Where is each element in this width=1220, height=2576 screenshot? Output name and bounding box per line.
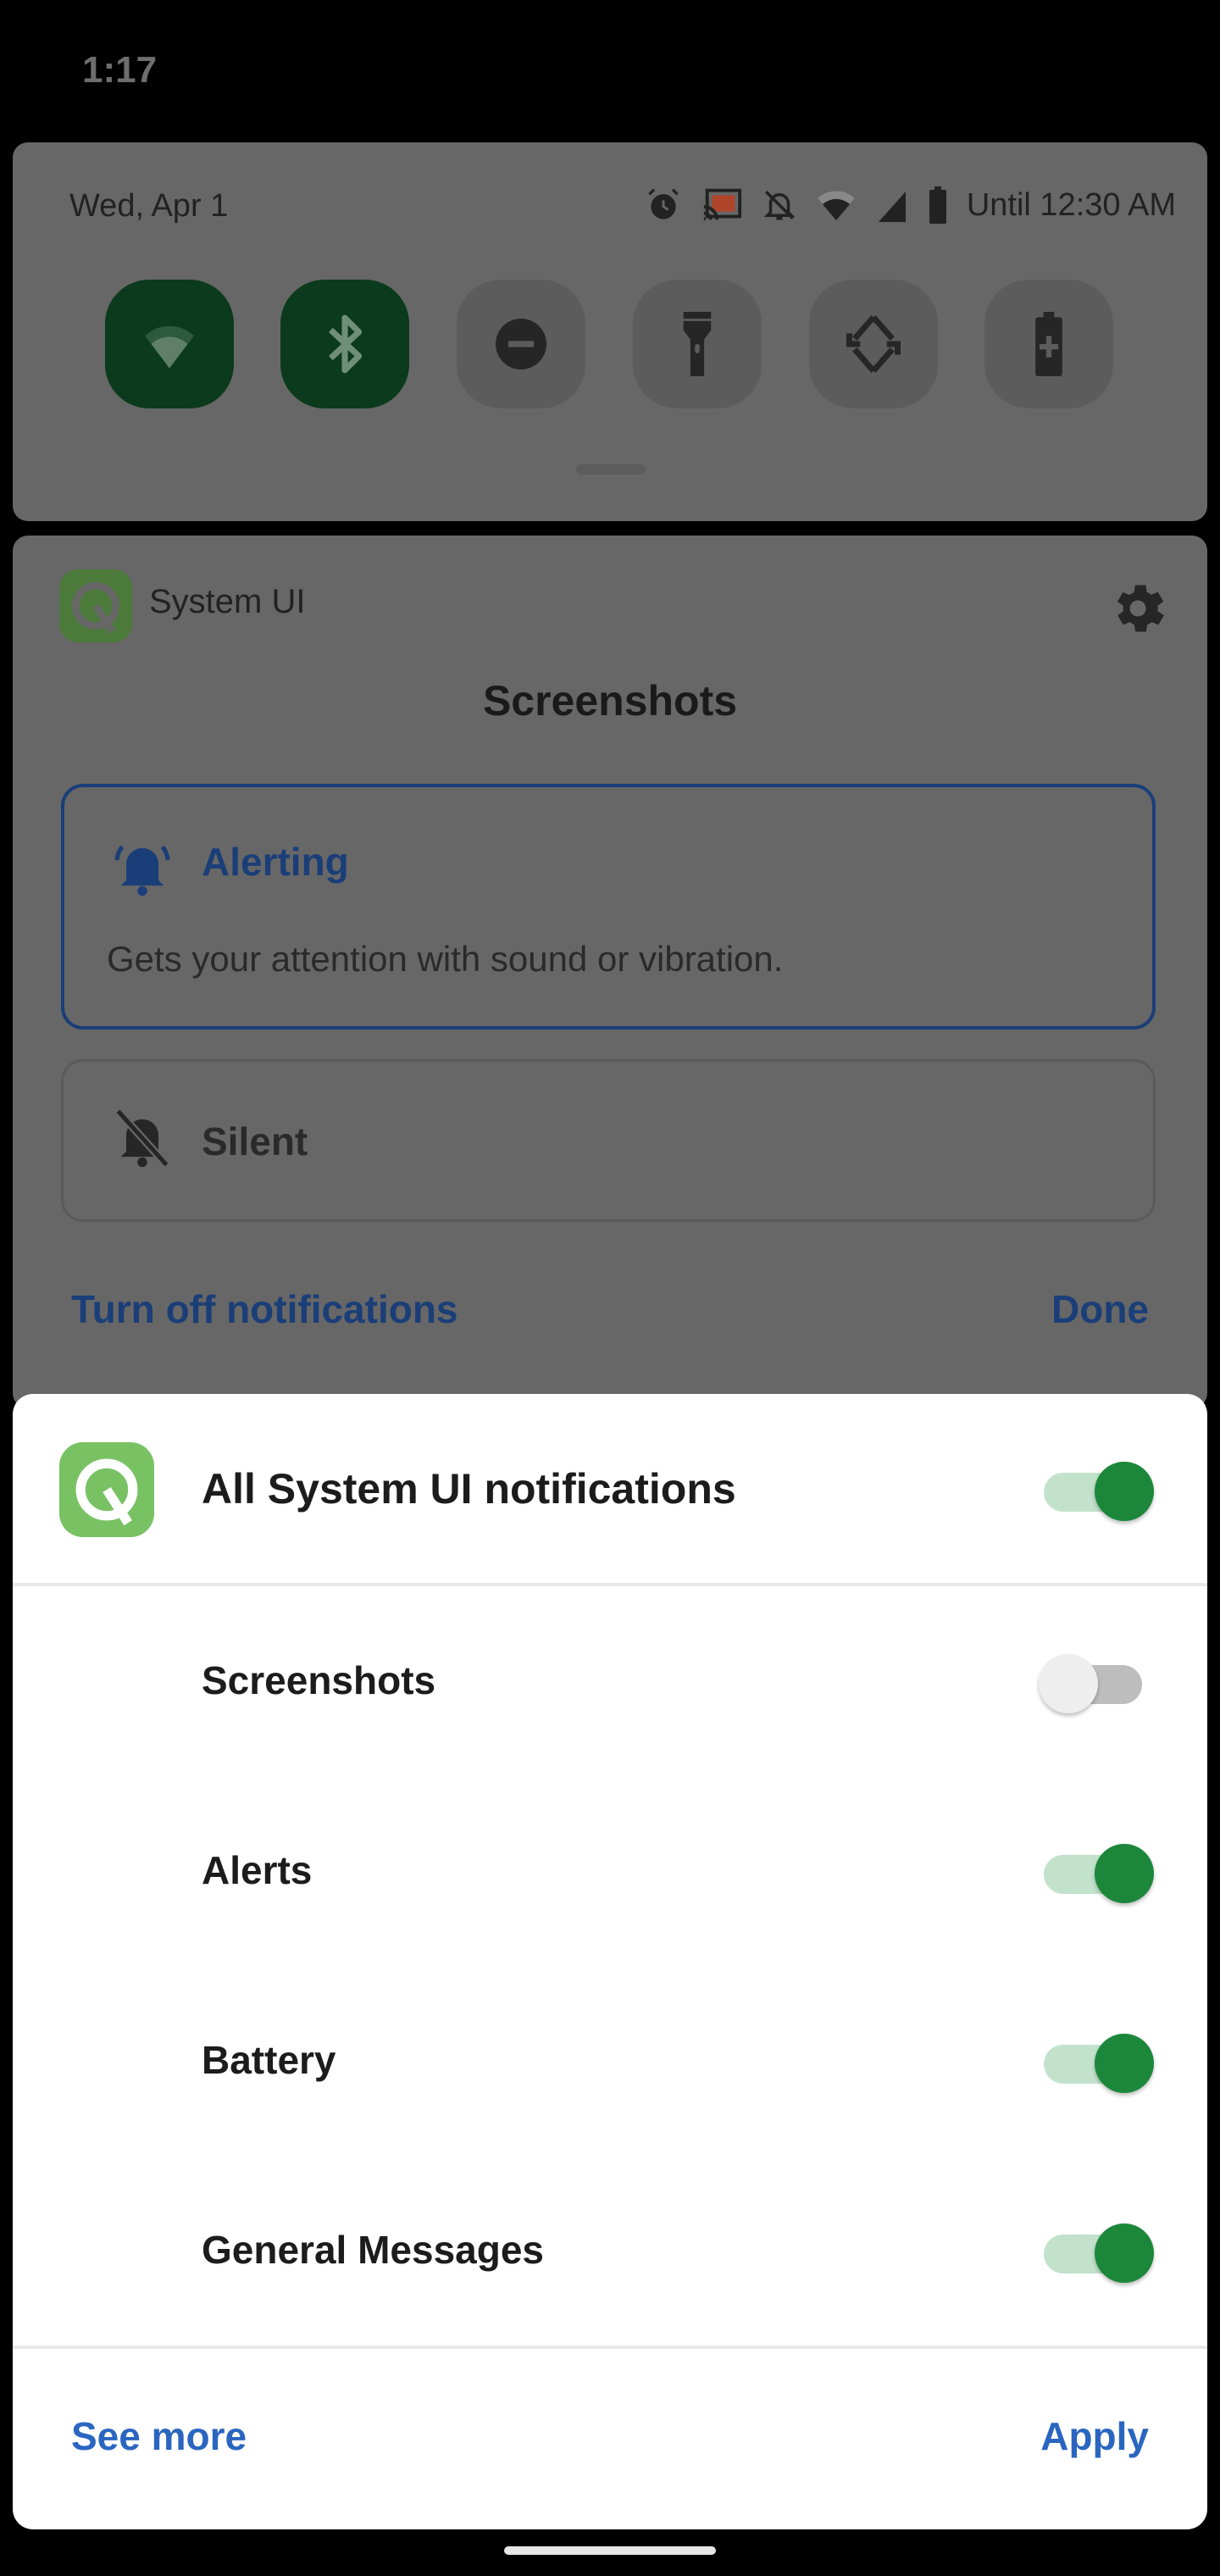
gear-icon[interactable] [1106,576,1170,645]
bluetooth-icon [328,314,363,374]
cast-icon [703,188,741,221]
quick-settings-status-icons: Until 12:30 AM [645,186,1176,224]
tile-do-not-disturb[interactable] [457,280,585,408]
bell-ringing-icon [110,835,175,903]
battery-saver-icon [1035,312,1062,376]
app-name: System UI [149,583,306,620]
channel-label-battery: Battery [202,2038,336,2082]
status-bar-time: 1:17 [82,49,158,91]
system-ui-app-icon [59,569,132,647]
channel-switch-alerts[interactable] [1044,1840,1154,1903]
channel-label-alerts: Alerts [202,1848,313,1892]
apply-button[interactable]: Apply [1040,2413,1149,2459]
channel-label-screenshots: Screenshots [202,1658,436,1702]
battery-icon [929,186,946,224]
turn-off-notifications-button[interactable]: Turn off notifications [71,1286,458,1332]
rotate-icon [846,315,901,373]
home-gesture-bar[interactable] [504,2546,716,2555]
cellular-signal-icon [878,192,906,222]
notification-channels-sheet [13,1394,1207,2529]
channel-switch-battery[interactable] [1044,2029,1154,2093]
channel-switch-screenshots[interactable] [1039,1650,1142,1713]
all-notifications-label: All System UI notifications [202,1465,736,1513]
tile-bluetooth[interactable] [280,280,409,408]
tile-flashlight[interactable] [633,280,762,408]
channel-label-general-messages: General Messages [202,2228,545,2272]
alerting-description: Gets your attention with sound or vibrat… [107,939,784,979]
divider [13,1583,1207,1586]
channel-title: Screenshots [482,677,738,724]
tile-wifi[interactable] [105,280,234,408]
tile-battery-saver[interactable] [984,280,1113,408]
all-notifications-switch[interactable] [1044,1457,1154,1521]
wifi-icon [145,325,194,369]
divider [13,2346,1207,2349]
flashlight-icon [683,312,712,376]
bell-off-icon [110,1106,175,1174]
alerting-label: Alerting [202,840,349,884]
done-button[interactable]: Done [1051,1286,1149,1332]
alerting-option[interactable] [61,784,1156,1030]
tile-auto-rotate[interactable] [809,280,938,408]
silent-label: Silent [202,1119,308,1163]
quick-settings-date[interactable]: Wed, Apr 1 [69,188,228,225]
do-not-disturb-icon [496,319,546,369]
channel-switch-general-messages[interactable] [1044,2219,1154,2283]
alarm-icon [648,188,679,219]
see-more-button[interactable]: See more [71,2413,247,2459]
quick-settings-drag-handle[interactable] [576,464,646,475]
wifi-icon [817,191,855,220]
dnd-until-text: Until 12:30 AM [966,186,1176,223]
system-ui-app-icon [59,1442,154,1541]
notifications-off-icon [763,191,796,220]
